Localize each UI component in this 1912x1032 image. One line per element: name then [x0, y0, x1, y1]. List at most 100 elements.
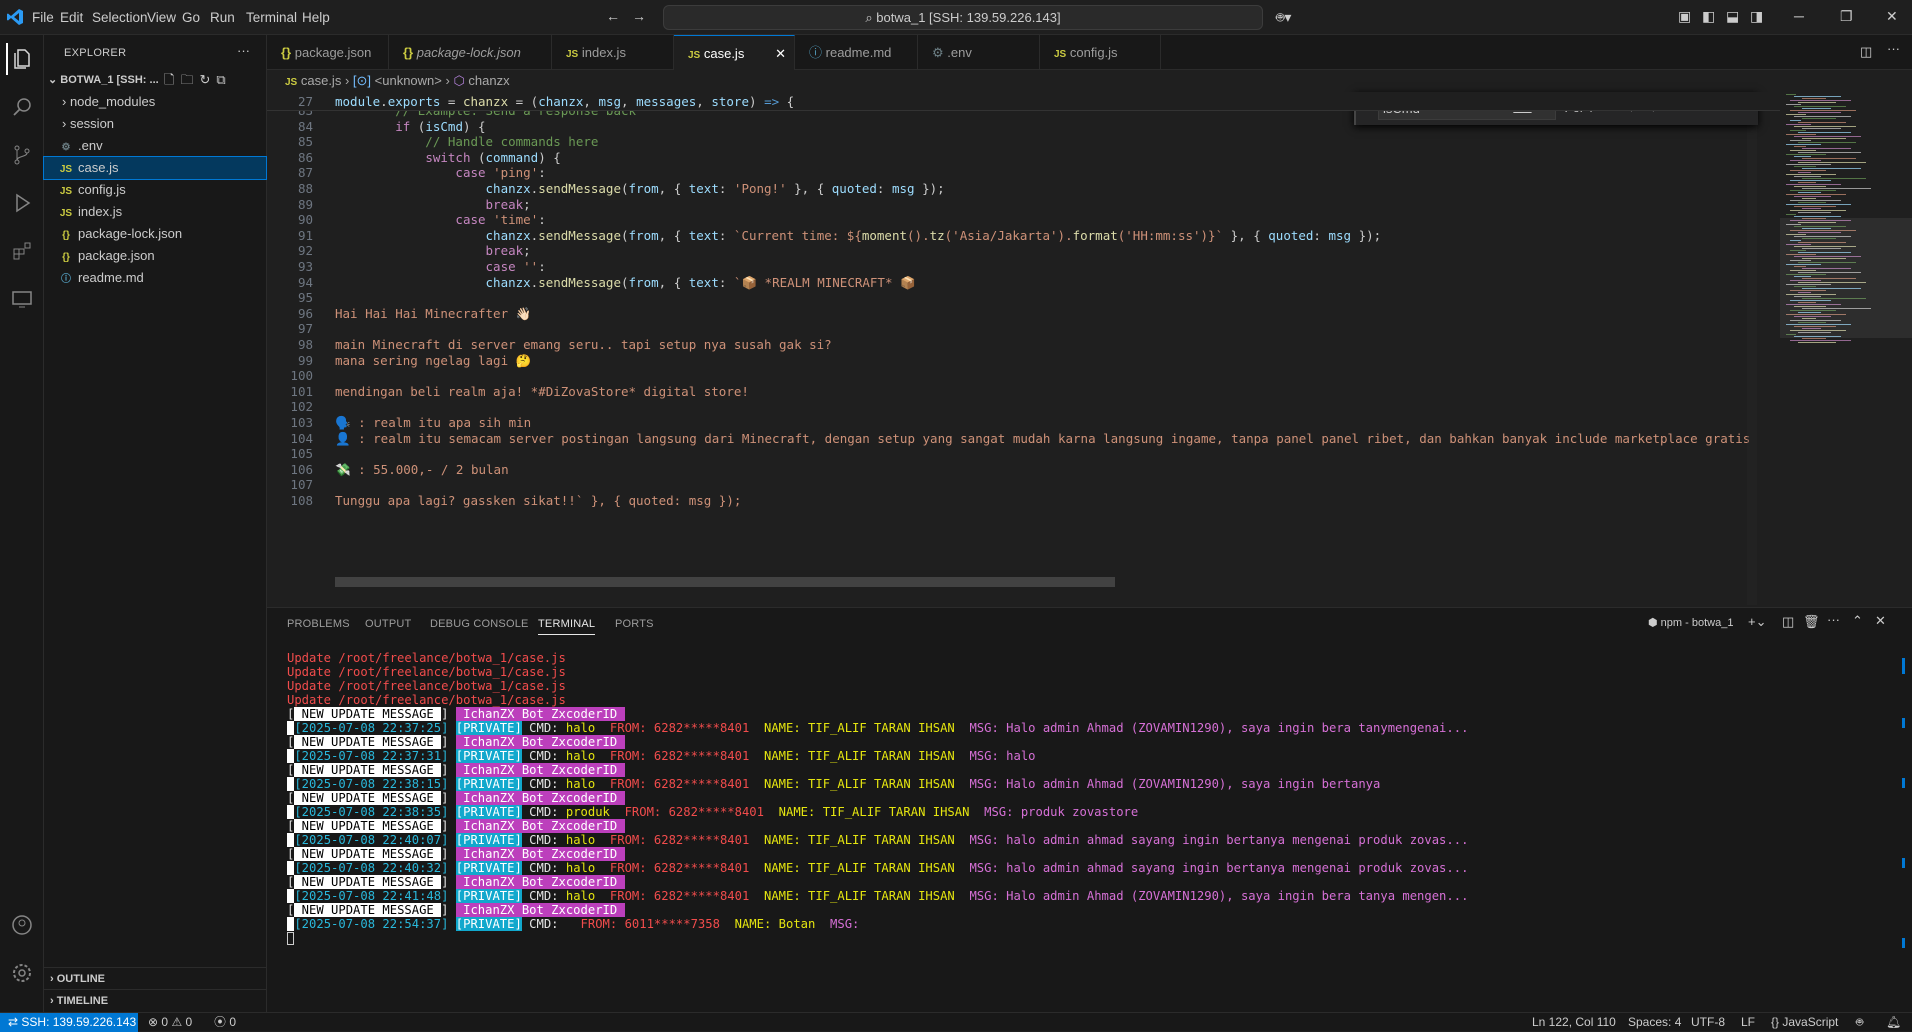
close-tab-icon[interactable]: ✕: [775, 36, 786, 71]
breadcrumb-file[interactable]: case.js: [301, 73, 341, 88]
tree-item-readme[interactable]: ⓘ readme.md: [44, 267, 266, 289]
encoding[interactable]: UTF-8: [1691, 1013, 1725, 1031]
remote-explorer-icon[interactable]: [6, 283, 38, 315]
restore-icon[interactable]: ❐: [1840, 8, 1853, 25]
explorer-icon[interactable]: [6, 43, 38, 75]
menu-terminal[interactable]: Terminal: [240, 0, 303, 35]
private-tag: [PRIVATE]: [455, 861, 522, 875]
notifications-bell-icon[interactable]: 🔔︎: [1886, 1013, 1901, 1031]
menu-run[interactable]: Run: [204, 0, 241, 35]
tree-item-label: .env: [78, 138, 103, 153]
tree-item-config-js[interactable]: JS config.js: [44, 179, 266, 201]
terminal-line: [2025-07-08 22:54:37] [PRIVATE] CMD: FRO…: [287, 916, 867, 933]
tree-item-session[interactable]: › session: [44, 113, 266, 135]
label: MSG:: [954, 861, 1007, 875]
extensions-icon[interactable]: [6, 235, 38, 267]
back-arrow-icon[interactable]: ←: [606, 8, 620, 24]
minimap-line: [1794, 166, 1816, 167]
menu-edit[interactable]: Edit: [54, 0, 89, 35]
language-mode[interactable]: {} JavaScript: [1771, 1013, 1838, 1031]
sender: 6282*****8401: [653, 833, 750, 847]
minimap-line: [1802, 158, 1856, 159]
sticky-scroll-line[interactable]: 27 module.exports = chanzx = (chanzx, ms…: [267, 92, 1780, 111]
command-center[interactable]: ⌕ botwa_1 [SSH: 139.59.226.143]: [663, 5, 1263, 30]
split-editor-icon[interactable]: ◫: [1860, 44, 1872, 60]
ports-indicator[interactable]: ⦿ 0: [214, 1013, 236, 1031]
cursor-position[interactable]: Ln 122, Col 110: [1532, 1013, 1616, 1031]
tree-item-case-js[interactable]: JS case.js: [43, 156, 267, 180]
js-file-icon: JS: [688, 50, 701, 61]
minimap-line: [1798, 182, 1816, 183]
copilot-icon[interactable]: 🤖︎▾: [1276, 8, 1291, 28]
line-number: 86: [297, 149, 313, 165]
tab-index-js[interactable]: JS index.js: [552, 35, 674, 70]
menu-help[interactable]: Help: [296, 0, 336, 35]
tree-item-node-modules[interactable]: › node_modules: [44, 91, 266, 113]
minimap-line: [1798, 172, 1811, 173]
more-actions-icon[interactable]: ···: [237, 43, 250, 58]
label: CMD:: [521, 777, 566, 791]
timeline-section[interactable]: › TIMELINE: [44, 989, 266, 1011]
tab-package-json[interactable]: {} package.json: [267, 35, 389, 70]
line-ending[interactable]: LF: [1741, 1013, 1755, 1031]
timestamp: [2025-07-08 22:37:25]: [294, 721, 449, 735]
code-editor[interactable]: 27 module.exports = chanzx = (chanzx, ms…: [267, 92, 1780, 605]
remote-indicator[interactable]: ⇄ SSH: 139.59.226.143: [0, 1013, 138, 1032]
minimap[interactable]: [1780, 92, 1912, 605]
forward-arrow-icon[interactable]: →: [632, 8, 646, 24]
tree-item-package-json[interactable]: {} package.json: [44, 245, 266, 267]
source-control-icon[interactable]: [6, 139, 38, 171]
copilot-status-icon[interactable]: 🤖︎: [1856, 1013, 1863, 1031]
chevron-down-icon: ⌄: [48, 74, 61, 86]
problems-indicator[interactable]: ⊗ 0 ⚠ 0: [148, 1013, 192, 1031]
new-update-tag: NEW UPDATE MESSAGE: [294, 847, 442, 861]
settings-gear-icon[interactable]: [6, 957, 38, 989]
status-bar: ⇄ SSH: 139.59.226.143 ⊗ 0 ⚠ 0 ⦿ 0 Ln 122…: [0, 1012, 1912, 1032]
menu-go[interactable]: Go: [176, 0, 206, 35]
tab-config-js[interactable]: JS config.js: [1040, 35, 1161, 70]
new-update-tag: NEW UPDATE MESSAGE: [294, 707, 442, 721]
minimap-line: [1790, 210, 1846, 211]
tree-item-package-lock[interactable]: {} package-lock.json: [44, 223, 266, 245]
terminal-cursor[interactable]: [287, 932, 294, 945]
toggle-sidebar-icon[interactable]: ◧: [1702, 8, 1715, 25]
tree-item-index-js[interactable]: JS index.js: [44, 201, 266, 223]
minimap-slider[interactable]: [1780, 218, 1912, 338]
outline-section[interactable]: › OUTLINE: [44, 967, 266, 989]
explorer-actions[interactable]: 🗋🗀↻⧉: [164, 69, 232, 91]
chevron-right-icon: ›: [62, 94, 70, 109]
js-file-icon: JS: [59, 208, 73, 219]
tab-readme[interactable]: ⓘ readme.md: [795, 35, 918, 70]
tab-case-js[interactable]: JS case.js ✕: [674, 35, 795, 70]
tab-env[interactable]: ⚙ .env: [918, 35, 1040, 70]
minimap-line: [1794, 196, 1831, 197]
search-view-icon[interactable]: [6, 91, 38, 123]
close-window-icon[interactable]: ✕: [1886, 8, 1898, 25]
minimize-icon[interactable]: ─: [1794, 8, 1804, 24]
minimap-line: [1786, 94, 1796, 95]
tree-item-env[interactable]: ⚙ .env: [44, 135, 266, 157]
editor-scrollbar[interactable]: [1747, 92, 1757, 605]
bracket: ]: [441, 707, 456, 721]
json-file-icon: {}: [403, 45, 414, 60]
chevron-right-icon: ›: [62, 116, 70, 131]
breadcrumb-symbol[interactable]: chanzx: [468, 73, 509, 88]
minimap-line: [1802, 338, 1826, 339]
workspace-root[interactable]: ⌄ BOTWA_1 [SSH: ... 🗋🗀↻⧉: [44, 69, 266, 91]
minimap-line: [1786, 184, 1841, 185]
terminal-output[interactable]: Update /root/freelance/botwa_1/case.js Up…: [267, 608, 1897, 1013]
tab-label: config.js: [1069, 45, 1118, 60]
breadcrumb-symbol[interactable]: <unknown>: [375, 73, 442, 88]
minimap-line: [1790, 150, 1816, 151]
horizontal-scrollbar[interactable]: [335, 577, 1115, 587]
command: halo: [565, 777, 596, 791]
accounts-icon[interactable]: [6, 909, 38, 941]
customize-layout-icon[interactable]: ▣: [1678, 8, 1691, 25]
editor-more-icon[interactable]: ···: [1887, 41, 1900, 56]
run-debug-icon[interactable]: [6, 187, 38, 219]
indentation[interactable]: Spaces: 4: [1628, 1013, 1681, 1031]
toggle-secondary-sidebar-icon[interactable]: ◨: [1750, 8, 1763, 25]
timestamp: [2025-07-08 22:38:15]: [294, 777, 449, 791]
tab-package-lock[interactable]: {} package-lock.json: [389, 35, 552, 70]
toggle-panel-icon[interactable]: ⬓: [1726, 8, 1739, 25]
